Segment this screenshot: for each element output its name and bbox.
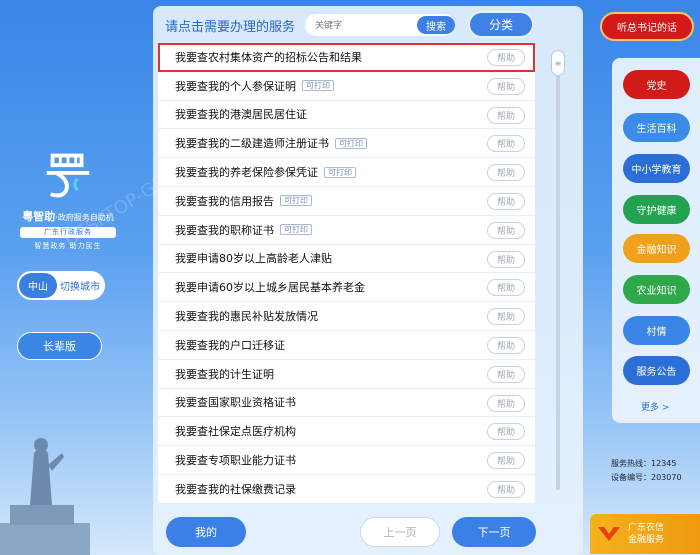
- service-row[interactable]: 我要查我的港澳居民居住证 帮助: [158, 100, 535, 130]
- help-button[interactable]: 帮助: [487, 164, 525, 182]
- service-row[interactable]: 我要查专项职业能力证书 帮助: [158, 446, 535, 475]
- printable-tag: 可打印: [280, 195, 312, 207]
- badge-line2: 金融服务: [628, 535, 665, 545]
- service-label: 我要查我的职称证书: [175, 223, 274, 237]
- panel-prompt: 请点击需要办理的服务: [165, 20, 296, 35]
- brand-logo: 粤智助·政府服务自助机 广东行政服务 智慧政务 助力民生: [8, 142, 128, 251]
- service-label: 我要查我的户口迁移证: [175, 338, 285, 352]
- yue-logo-icon: [46, 153, 90, 198]
- help-button[interactable]: 帮助: [487, 106, 525, 124]
- service-label: 我要申请80岁以上高龄老人津贴: [175, 252, 332, 266]
- service-row[interactable]: 我要查国家职业资格证书 帮助: [158, 388, 535, 418]
- right-nav-button[interactable]: 党史: [623, 70, 690, 99]
- service-info: 服务热线：12345 设备编号：203070: [611, 457, 682, 485]
- search-button[interactable]: 搜索: [417, 16, 455, 34]
- service-label: 我要查我的惠民补贴发放情况: [175, 310, 318, 324]
- service-row[interactable]: 我要查我的个人参保证明 可打印 帮助: [158, 71, 535, 101]
- right-nav-button[interactable]: 村情: [623, 316, 690, 345]
- help-button[interactable]: 帮助: [487, 423, 525, 441]
- rural-credit-logo-icon: [598, 527, 620, 541]
- scrollbar[interactable]: ≡: [551, 50, 565, 494]
- service-row[interactable]: 我要查我的惠民补贴发放情况 帮助: [158, 302, 535, 331]
- service-row[interactable]: 我要申请60岁以上城乡居民基本养老金 帮助: [158, 273, 535, 303]
- help-button[interactable]: 帮助: [487, 336, 525, 354]
- help-button[interactable]: 帮助: [487, 221, 525, 239]
- next-page-button[interactable]: 下一页: [452, 517, 536, 547]
- help-button[interactable]: 帮助: [487, 452, 525, 470]
- service-label: 我要查专项职业能力证书: [175, 454, 296, 468]
- printable-tag: 可打印: [324, 166, 356, 178]
- scroll-track[interactable]: [556, 70, 560, 490]
- scroll-thumb[interactable]: ≡: [551, 50, 565, 76]
- right-nav-button[interactable]: 服务公告: [623, 356, 690, 385]
- help-button[interactable]: 帮助: [487, 250, 525, 268]
- help-button[interactable]: 帮助: [487, 365, 525, 383]
- search-bar: 搜索: [305, 14, 460, 36]
- city-switcher[interactable]: 中山 切换城市: [17, 271, 105, 300]
- mine-button[interactable]: 我的: [166, 517, 246, 547]
- right-nav-button[interactable]: 守护健康: [623, 195, 690, 224]
- help-button[interactable]: 帮助: [487, 480, 525, 498]
- service-row[interactable]: 我要查我的户口迁移证 帮助: [158, 330, 535, 360]
- help-button[interactable]: 帮助: [487, 49, 525, 66]
- service-label: 我要查我的个人参保证明: [175, 79, 296, 93]
- hotline-text: 服务热线：12345: [611, 459, 677, 468]
- current-city: 中山: [19, 273, 57, 298]
- rural-credit-badge[interactable]: 广东农信 金融服务: [590, 514, 700, 554]
- service-label: 我要查国家职业资格证书: [175, 396, 296, 410]
- help-button[interactable]: 帮助: [487, 279, 525, 297]
- prev-page-button[interactable]: 上一页: [360, 517, 440, 547]
- printable-tag: 可打印: [335, 137, 367, 149]
- brand-title: 粤智助·政府服务自助机: [22, 210, 114, 223]
- brand-org: 广东行政服务: [20, 227, 116, 238]
- service-label: 我要查我的社保缴费记录: [175, 482, 296, 496]
- service-label: 我要查我的二级建造师注册证书: [175, 137, 329, 151]
- statue-image: [0, 438, 90, 555]
- brand-slogan: 智慧政务 助力民生: [34, 242, 102, 250]
- right-nav-button[interactable]: 金融知识: [623, 234, 690, 263]
- printable-tag: 可打印: [302, 80, 334, 92]
- help-button[interactable]: 帮助: [487, 308, 525, 326]
- badge-line1: 广东农信: [628, 523, 665, 533]
- service-row[interactable]: 我要查我的计生证明 帮助: [158, 359, 535, 389]
- service-row[interactable]: 我要查我的社保缴费记录 帮助: [158, 474, 535, 504]
- right-nav-button[interactable]: 生活百科: [623, 113, 690, 142]
- left-sidebar: 粤智助·政府服务自助机 广东行政服务 智慧政务 助力民生 中山 切换城市 长辈版: [0, 0, 150, 555]
- service-label: 我要查我的计生证明: [175, 367, 274, 381]
- service-row[interactable]: 我要查我的二级建造师注册证书 可打印 帮助: [158, 129, 535, 159]
- help-button[interactable]: 帮助: [487, 192, 525, 210]
- help-button[interactable]: 帮助: [487, 394, 525, 412]
- service-label: 我要申请60岁以上城乡居民基本养老金: [175, 281, 365, 295]
- service-row[interactable]: 我要查我的职称证书 可打印 帮助: [158, 215, 535, 245]
- switch-city-button[interactable]: 切换城市: [57, 273, 103, 298]
- elder-mode-button[interactable]: 长辈版: [17, 332, 102, 360]
- service-row[interactable]: 我要申请80岁以上高龄老人津贴 帮助: [158, 244, 535, 274]
- service-label: 我要查农村集体资产的招标公告和结果: [175, 50, 362, 64]
- service-list: 我要查农村集体资产的招标公告和结果 帮助 我要查我的个人参保证明 可打印 帮助 我要查我的…: [158, 43, 535, 504]
- service-row[interactable]: 我要查我的养老保险参保凭证 可打印 帮助: [158, 158, 535, 187]
- service-label: 我要查社保定点医疗机构: [175, 425, 296, 439]
- service-label: 我要查我的养老保险参保凭证: [175, 166, 318, 180]
- printable-tag: 可打印: [280, 224, 312, 236]
- help-button[interactable]: 帮助: [487, 77, 525, 95]
- service-label: 我要查我的港澳居民居住证: [175, 108, 307, 122]
- right-nav-button[interactable]: 中小学教育: [623, 154, 690, 183]
- category-button[interactable]: 分类: [468, 11, 534, 38]
- service-row[interactable]: 我要查我的信用报告 可打印 帮助: [158, 186, 535, 216]
- listen-button[interactable]: 听总书记的话: [600, 12, 694, 41]
- help-button[interactable]: 帮助: [487, 135, 525, 153]
- service-row[interactable]: 我要查农村集体资产的招标公告和结果 帮助: [158, 43, 535, 72]
- service-label: 我要查我的信用报告: [175, 194, 274, 208]
- device-number: 设备编号：203070: [611, 473, 682, 482]
- service-row[interactable]: 我要查社保定点医疗机构 帮助: [158, 417, 535, 447]
- right-nav-button[interactable]: 农业知识: [623, 275, 690, 304]
- more-link[interactable]: 更多 >: [641, 400, 669, 413]
